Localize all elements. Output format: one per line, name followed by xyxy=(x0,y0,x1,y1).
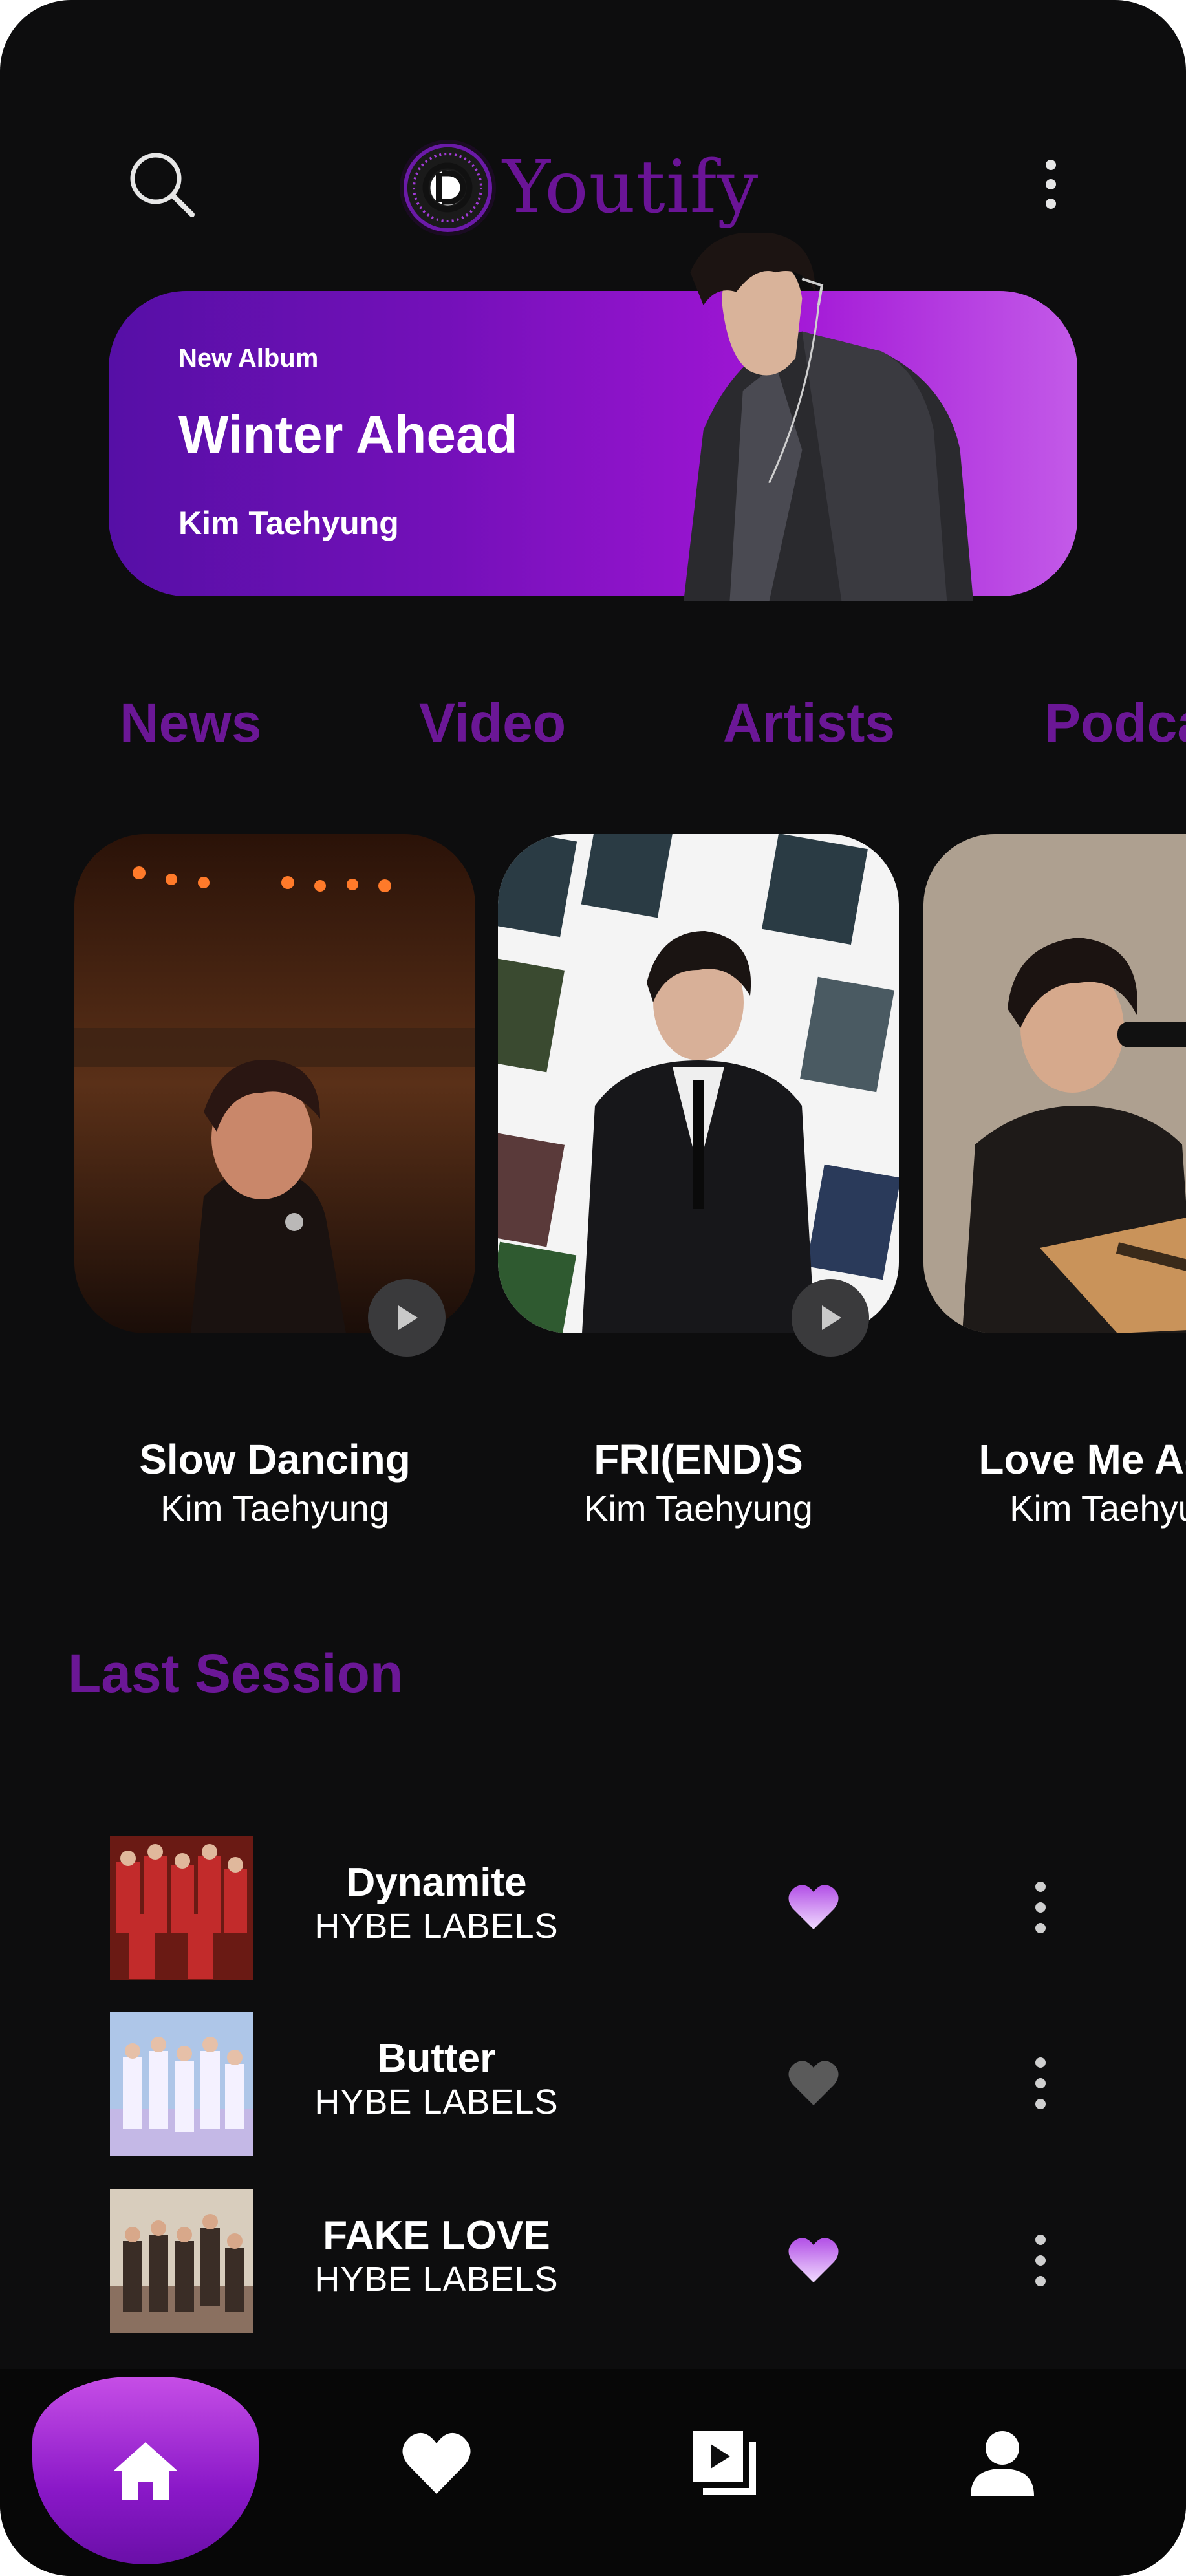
heart-icon[interactable] xyxy=(788,2236,839,2284)
nav-playlist-button[interactable] xyxy=(682,2421,766,2505)
featured-card-image xyxy=(923,834,1186,1333)
more-vertical-icon[interactable] xyxy=(1025,2051,1056,2116)
app-logo: Youtify xyxy=(407,139,759,236)
track-artist: HYBE LABELS xyxy=(314,2083,559,2121)
featured-card-image xyxy=(498,834,899,1333)
featured-card-artist: Kim Taehyung xyxy=(160,1488,389,1529)
track-title: Butter xyxy=(377,2036,496,2081)
banner-artist-image xyxy=(684,233,973,601)
playlist-icon xyxy=(693,2431,756,2495)
play-icon xyxy=(822,1305,841,1330)
logo-mark-icon xyxy=(407,147,488,228)
banner-tag: New Album xyxy=(178,344,319,372)
tab-podcasts[interactable]: Podcasts xyxy=(1044,692,1186,755)
track-title: Dynamite xyxy=(346,1860,527,1905)
track-title: FAKE LOVE xyxy=(323,2213,550,2258)
nav-profile-button[interactable] xyxy=(960,2421,1044,2505)
track-row[interactable]: Dynamite HYBE LABELS xyxy=(0,1836,1186,1981)
play-icon xyxy=(398,1305,418,1330)
featured-card-image xyxy=(74,834,475,1333)
tab-video[interactable]: Video xyxy=(419,692,566,755)
app-name: Youtify xyxy=(502,145,759,230)
track-row[interactable]: Butter HYBE LABELS xyxy=(0,2012,1186,2157)
play-button[interactable] xyxy=(792,1279,869,1357)
track-thumbnail xyxy=(110,1836,253,1980)
featured-card-title: Slow Dancing xyxy=(139,1436,411,1483)
profile-icon xyxy=(971,2431,1034,2496)
search-button[interactable] xyxy=(123,145,200,223)
tab-artists[interactable]: Artists xyxy=(723,692,895,755)
banner-artist: Kim Taehyung xyxy=(178,505,399,541)
featured-card[interactable]: Love Me Again Kim Taehyung xyxy=(923,834,1186,1529)
app-screen: Youtify New Album Winter Ahead Kim Taehy… xyxy=(0,0,1186,2576)
featured-card-title: FRI(END)S xyxy=(594,1436,803,1483)
nav-home-button[interactable] xyxy=(32,2377,259,2564)
home-icon xyxy=(114,2442,177,2500)
featured-card[interactable]: FRI(END)S Kim Taehyung xyxy=(498,834,899,1529)
heart-icon[interactable] xyxy=(788,2059,839,2107)
featured-card-title: Love Me Again xyxy=(978,1436,1186,1483)
play-button[interactable] xyxy=(368,1279,446,1357)
track-row[interactable]: FAKE LOVE HYBE LABELS xyxy=(0,2189,1186,2334)
nav-favorites-button[interactable] xyxy=(394,2421,479,2505)
tab-news[interactable]: News xyxy=(120,692,261,755)
track-thumbnail xyxy=(110,2012,253,2156)
featured-card[interactable]: Slow Dancing Kim Taehyung xyxy=(74,834,475,1529)
search-icon xyxy=(130,153,195,217)
category-tabs: News Video Artists Podcasts xyxy=(120,692,1186,763)
track-artist: HYBE LABELS xyxy=(314,2260,559,2299)
more-vertical-icon[interactable] xyxy=(1025,1875,1056,1940)
more-vertical-icon[interactable] xyxy=(1025,2228,1056,2293)
track-thumbnail xyxy=(110,2189,253,2333)
featured-card-artist: Kim Taehyung xyxy=(584,1488,813,1529)
more-options-button[interactable] xyxy=(1028,145,1073,223)
more-vertical-icon xyxy=(1046,160,1056,209)
heart-icon xyxy=(402,2432,471,2494)
banner-title: Winter Ahead xyxy=(178,405,518,464)
bottom-navigation xyxy=(0,2369,1186,2576)
track-artist: HYBE LABELS xyxy=(314,1907,559,1946)
featured-carousel[interactable]: Slow Dancing Kim Taehyung FRI(END)S Kim … xyxy=(0,834,1186,1545)
section-title: Last Session xyxy=(68,1643,404,1704)
featured-card-artist: Kim Taehyung xyxy=(1009,1488,1186,1529)
heart-icon[interactable] xyxy=(788,1883,839,1931)
